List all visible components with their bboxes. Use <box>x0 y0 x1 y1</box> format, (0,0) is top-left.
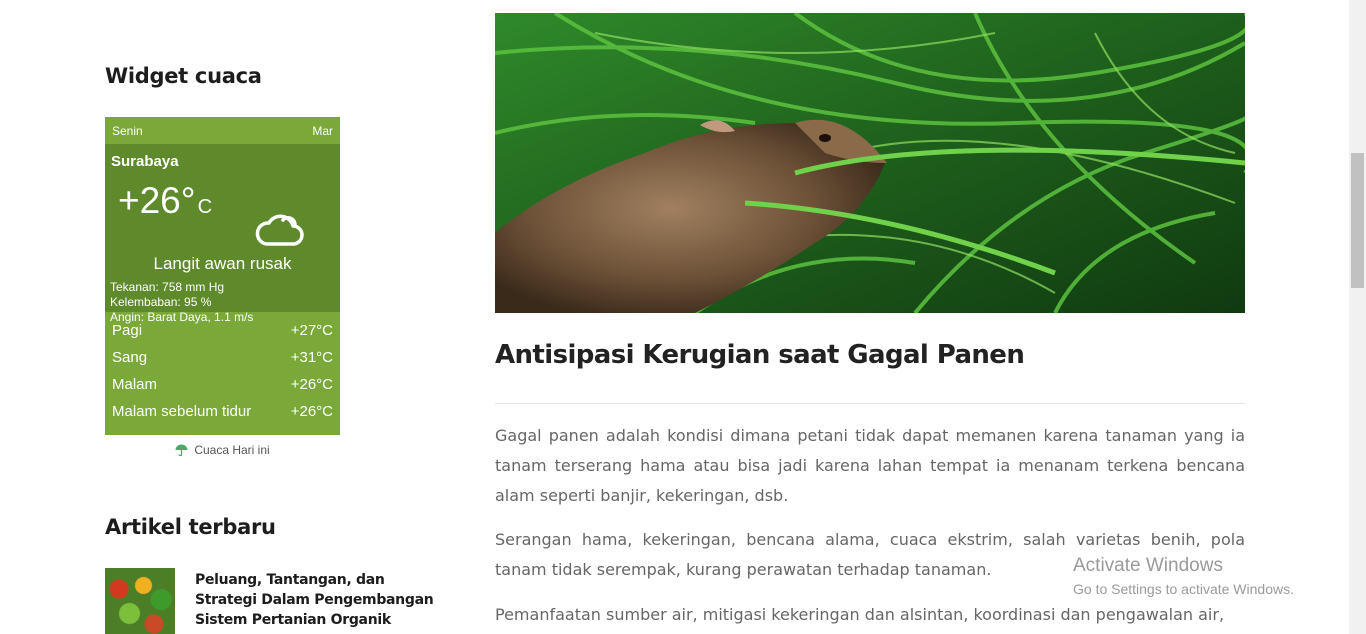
weather-day-header: Senin Mar <box>105 117 340 144</box>
forecast-row: Malam sebelum tidur +26°C <box>105 398 340 425</box>
forecast-label: Malam <box>112 376 158 393</box>
weather-footer-label[interactable]: Cuaca Hari ini <box>194 443 269 457</box>
scrollbar-thumb[interactable] <box>1351 153 1364 288</box>
post-title: Antisipasi Kerugian saat Gagal Panen <box>495 340 1025 370</box>
weather-current: Surabaya +26° C Langit awan rusak Tekanan… <box>105 144 340 324</box>
article-title-link[interactable]: Peluang, Tantangan, dan Strategi Dalam P… <box>195 570 440 630</box>
post-paragraph: Gagal panen adalah kondisi dimana petani… <box>495 426 1245 505</box>
watermark-title: Activate Windows <box>1073 555 1223 576</box>
weather-forecast-list: Pagi +27°C Sang +31°C Malam +26°C Malam … <box>105 312 340 435</box>
temperature-unit: C <box>197 196 213 218</box>
umbrella-icon <box>175 444 188 456</box>
page-scrollbar[interactable] <box>1349 0 1366 634</box>
forecast-temp: +31°C <box>290 349 333 366</box>
title-divider <box>495 403 1245 404</box>
weather-temperature: +26° C <box>118 180 212 222</box>
weather-pressure: Tekanan: 758 mm Hg <box>110 280 225 294</box>
forecast-row: Sang +31°C <box>105 344 340 371</box>
forecast-label: Sang <box>112 349 148 366</box>
rat-in-rice-image <box>495 13 1245 313</box>
activate-windows-watermark: Activate Windows Go to Settings to activ… <box>1073 555 1294 597</box>
weather-description: Langit awan rusak <box>153 254 292 273</box>
post-featured-image <box>495 13 1245 313</box>
weather-city: Surabaya <box>111 153 179 170</box>
temperature-value: +26° <box>118 180 196 221</box>
watermark-subtitle: Go to Settings to activate Windows. <box>1073 581 1294 597</box>
weather-humidity: Kelembaban: 95 % <box>110 295 212 309</box>
forecast-temp: +27°C <box>290 322 333 339</box>
article-thumbnail[interactable] <box>105 568 175 634</box>
forecast-row: Malam +26°C <box>105 371 340 398</box>
weather-widget: Senin Mar Surabaya +26° C Langit awan rus… <box>105 117 340 457</box>
forecast-temp: +26°C <box>290 376 333 393</box>
forecast-temp: +26°C <box>290 403 333 420</box>
articles-widget-title: Artikel terbaru <box>105 515 276 539</box>
cloud-icon <box>255 214 304 246</box>
weather-day-today: Senin <box>112 123 143 138</box>
forecast-label: Malam sebelum tidur <box>112 403 252 420</box>
weather-footer-link[interactable]: Cuaca Hari ini <box>105 443 340 457</box>
post-paragraph: Pemanfaatan sumber air, mitigasi kekerin… <box>495 605 1225 624</box>
weather-widget-title: Widget cuaca <box>105 64 262 88</box>
weather-day-next[interactable]: Mar <box>312 124 333 138</box>
weather-wind: Angin: Barat Daya, 1.1 m/s <box>110 310 254 324</box>
